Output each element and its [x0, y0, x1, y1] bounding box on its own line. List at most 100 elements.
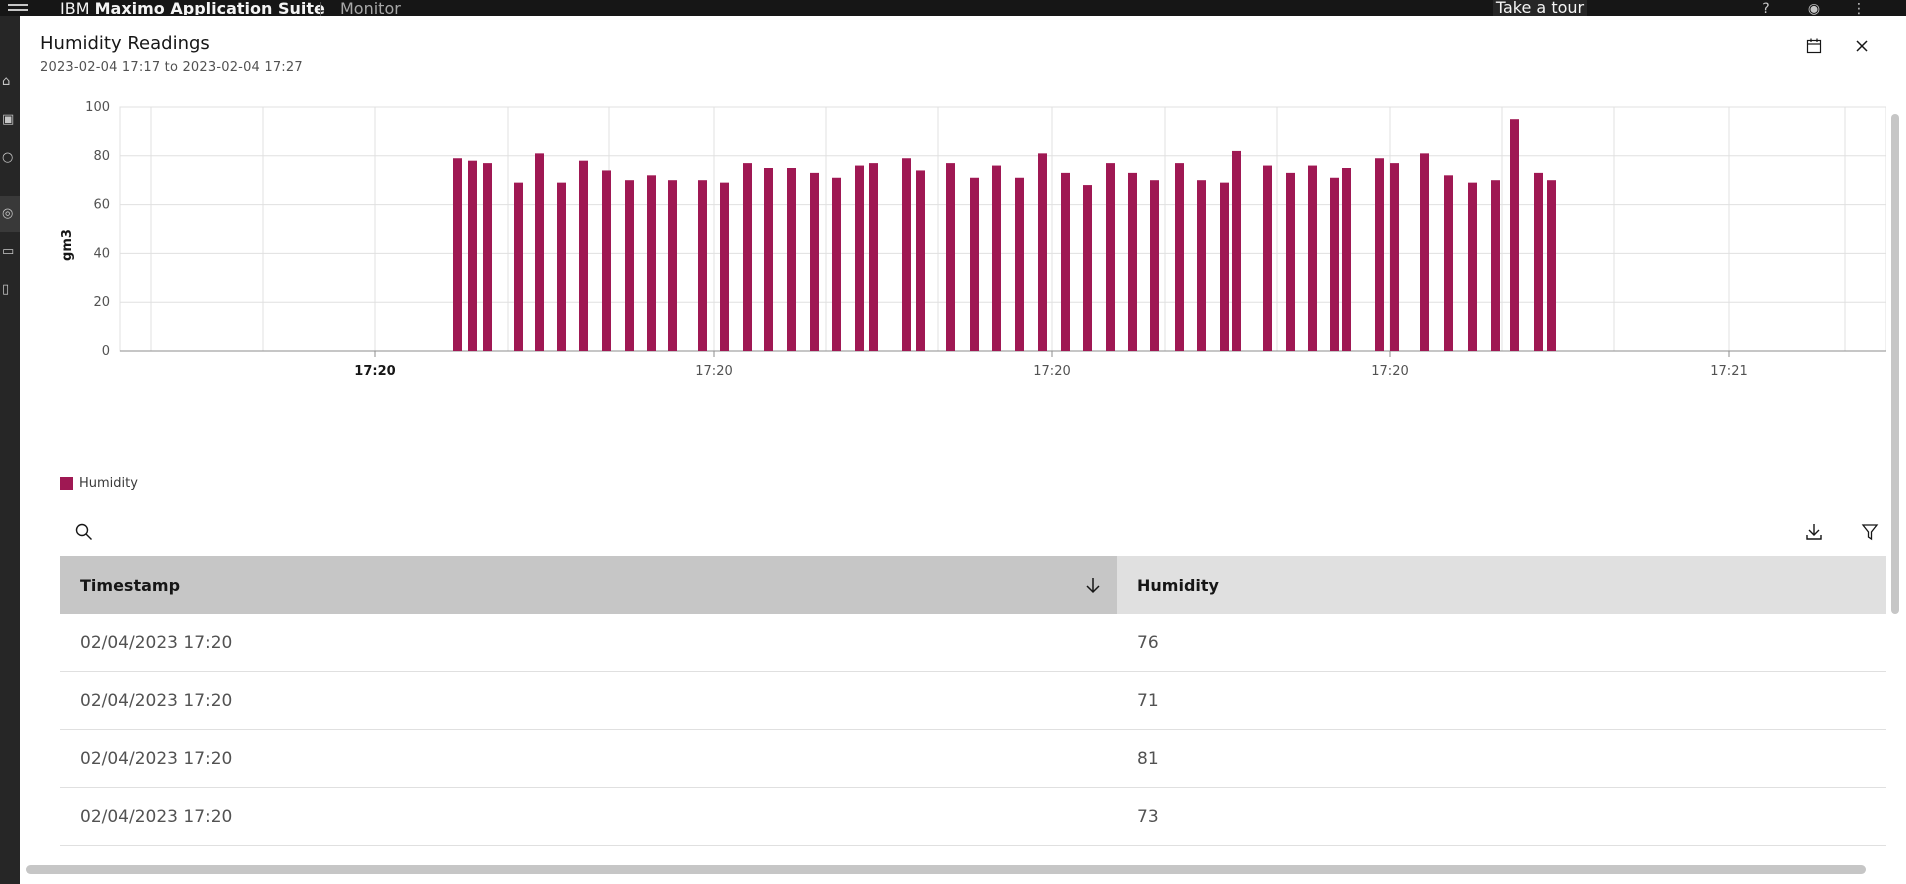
x-tick-label: 17:20: [1371, 364, 1408, 379]
humidity-bar[interactable]: [1061, 172, 1070, 351]
cell-humidity: 76: [1137, 633, 1159, 653]
table-toolbar: [60, 508, 1886, 556]
humidity-bar[interactable]: [1197, 180, 1206, 351]
humidity-bar[interactable]: [1444, 175, 1453, 351]
humidity-bar[interactable]: [902, 158, 911, 351]
humidity-bar[interactable]: [1420, 153, 1429, 351]
devices-icon[interactable]: ▭: [2, 242, 20, 262]
app-section[interactable]: Monitor: [340, 1, 401, 15]
humidity-bar[interactable]: [625, 180, 634, 351]
y-tick-label: 0: [102, 344, 110, 359]
humidity-bar[interactable]: [1175, 163, 1184, 351]
humidity-bar[interactable]: [647, 175, 656, 351]
table-row[interactable]: 02/04/2023 17:20 81: [60, 730, 1886, 788]
dashboard-icon[interactable]: ▣: [2, 110, 20, 130]
humidity-bar[interactable]: [946, 163, 955, 351]
take-tour-button[interactable]: Take a tour: [1493, 0, 1587, 16]
humidity-bar[interactable]: [1286, 172, 1295, 351]
humidity-bar[interactable]: [1015, 177, 1024, 351]
humidity-bar[interactable]: [1220, 182, 1229, 351]
search-icon[interactable]: [72, 520, 96, 544]
humidity-bar[interactable]: [1150, 180, 1159, 351]
humidity-bar[interactable]: [698, 180, 707, 351]
cell-timestamp: 02/04/2023 17:20: [80, 633, 233, 653]
vertical-scrollbar-thumb[interactable]: [1891, 114, 1899, 614]
y-axis-label: gm3: [60, 229, 75, 261]
x-tick-label: 17:20: [695, 364, 732, 379]
download-icon-svg: [1806, 524, 1822, 540]
side-nav: ⌂ ▣ ○ ◎ ▭ ▯: [0, 16, 20, 884]
cell-timestamp: 02/04/2023 17:20: [80, 749, 233, 769]
close-icon[interactable]: [1850, 34, 1874, 58]
calendar-icon[interactable]: [1802, 34, 1826, 58]
cell-timestamp: 02/04/2023 17:20: [80, 807, 233, 827]
settings-nav-icon[interactable]: ▯: [2, 280, 20, 300]
home-icon[interactable]: ⌂: [2, 72, 20, 92]
user-icon[interactable]: ◉: [1804, 2, 1824, 16]
column-header-timestamp[interactable]: Timestamp: [60, 556, 1117, 614]
cell-humidity: 71: [1137, 691, 1159, 711]
humidity-bar[interactable]: [787, 168, 796, 351]
x-tick-label: 17:21: [1710, 364, 1747, 379]
humidity-bar[interactable]: [1263, 165, 1272, 351]
humidity-bar[interactable]: [1390, 163, 1399, 351]
humidity-bar[interactable]: [1232, 150, 1241, 351]
humidity-bar[interactable]: [855, 165, 864, 351]
humidity-bar[interactable]: [1468, 182, 1477, 351]
humidity-bar[interactable]: [557, 182, 566, 351]
humidity-bar[interactable]: [764, 168, 773, 351]
humidity-bar[interactable]: [1038, 153, 1047, 351]
humidity-bar[interactable]: [1534, 172, 1543, 351]
column-header-timestamp-label: Timestamp: [80, 575, 181, 595]
humidity-bar[interactable]: [869, 163, 878, 351]
app-switcher-icon[interactable]: ⋮⋮: [1852, 2, 1872, 16]
humidity-bar[interactable]: [483, 163, 492, 351]
humidity-bar[interactable]: [1128, 172, 1137, 351]
menu-icon[interactable]: [8, 4, 28, 14]
humidity-bar[interactable]: [453, 158, 462, 351]
humidity-bar[interactable]: [1375, 158, 1384, 351]
modal-subtitle: 2023-02-04 17:17 to 2023-02-04 17:27: [40, 60, 303, 75]
vertical-scrollbar[interactable]: [1888, 94, 1902, 874]
humidity-bar[interactable]: [1083, 185, 1092, 351]
humidity-bar[interactable]: [916, 170, 925, 351]
humidity-bar[interactable]: [1510, 119, 1519, 351]
humidity-bar[interactable]: [602, 170, 611, 351]
humidity-bar[interactable]: [992, 165, 1001, 351]
humidity-bar[interactable]: [1342, 168, 1351, 351]
humidity-bar[interactable]: [514, 182, 523, 351]
humidity-bar[interactable]: [668, 180, 677, 351]
y-tick-label: 60: [93, 198, 110, 213]
humidity-chart: 0 20 40 60 80 100 17:20 17:20 17:20 17:20 17:21 g…: [20, 96, 1886, 456]
humidity-bar[interactable]: [743, 163, 752, 351]
table-row[interactable]: 02/04/2023 17:20 73: [60, 788, 1886, 846]
horizontal-scrollbar[interactable]: [20, 862, 1886, 876]
humidity-bar[interactable]: [468, 160, 477, 351]
humidity-bar[interactable]: [970, 177, 979, 351]
column-header-humidity[interactable]: Humidity: [1117, 556, 1886, 614]
humidity-bar[interactable]: [1491, 180, 1500, 351]
filter-icon[interactable]: [1858, 520, 1882, 544]
humidity-bar[interactable]: [832, 177, 841, 351]
close-icon-svg: [1856, 40, 1868, 52]
search-nav-icon[interactable]: ○: [2, 148, 20, 168]
chart-legend[interactable]: Humidity: [60, 476, 138, 491]
humidity-bar[interactable]: [579, 160, 588, 351]
sort-descending-icon[interactable]: [1081, 573, 1105, 597]
humidity-bar[interactable]: [1106, 163, 1115, 351]
humidity-bar[interactable]: [720, 182, 729, 351]
modal-title: Humidity Readings: [40, 33, 210, 54]
humidity-bar[interactable]: [1547, 180, 1556, 351]
monitor-icon[interactable]: ◎: [2, 204, 20, 224]
horizontal-scrollbar-thumb[interactable]: [26, 865, 1866, 874]
humidity-bar[interactable]: [1308, 165, 1317, 351]
table-row[interactable]: 02/04/2023 17:20 71: [60, 672, 1886, 730]
humidity-bar[interactable]: [1330, 177, 1339, 351]
humidity-bar[interactable]: [535, 153, 544, 351]
humidity-bar[interactable]: [810, 172, 819, 351]
download-icon[interactable]: [1802, 520, 1826, 544]
y-tick-label: 80: [93, 149, 110, 164]
help-icon[interactable]: ?: [1756, 2, 1776, 16]
table-row[interactable]: 02/04/2023 17:20 76: [60, 614, 1886, 672]
app-name[interactable]: IBM Maximo Application Suite: [60, 1, 325, 15]
